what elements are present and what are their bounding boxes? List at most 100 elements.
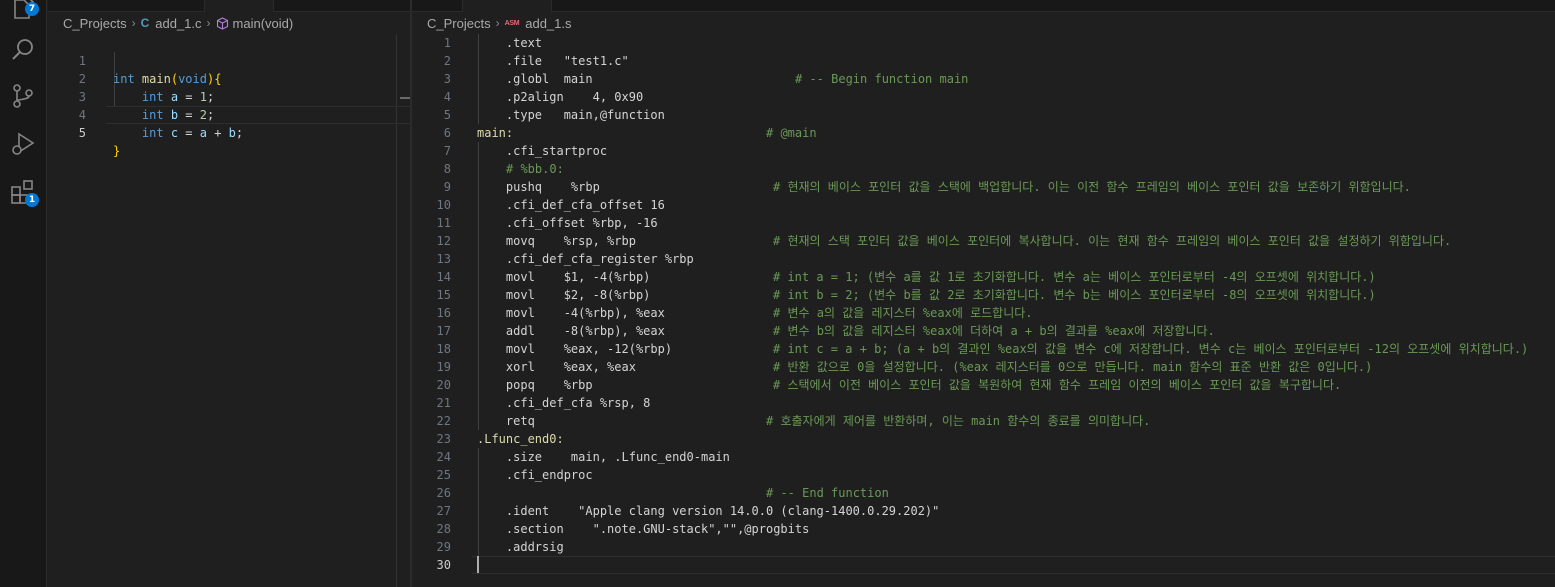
asm-code: movl %eax, -12(%rbp)	[477, 342, 673, 356]
line-number: 18	[436, 342, 451, 356]
code-line: 4 .p2align 4, 0x90	[412, 88, 1555, 106]
code-line: 3 .globl main # -- Begin function main	[412, 70, 1555, 88]
asm-code: main:	[477, 126, 514, 140]
line-number: 15	[436, 288, 451, 302]
asm-comment: # 현재의 스택 포인터 값을 베이스 포인터에 복사합니다. 이는 현재 함수…	[773, 234, 1452, 248]
breadcrumb-folder[interactable]: C_Projects	[427, 16, 491, 31]
breadcrumb-file[interactable]: add_1.s	[525, 16, 571, 31]
breadcrumb-file[interactable]: add_1.c	[155, 16, 201, 31]
line-number: 17	[436, 324, 451, 338]
line-number: 29	[436, 540, 451, 554]
code-line: 15 movl $2, -8(%rbp) # int b = 2; (변수 b를 …	[412, 286, 1555, 304]
asm-code: .text	[477, 36, 543, 50]
line-number: 6	[443, 126, 451, 140]
chevron-right-icon: ›	[206, 16, 211, 30]
line-number: 1	[443, 36, 451, 50]
line-number: 13	[436, 252, 451, 266]
explorer-icon[interactable]: 7	[9, 0, 39, 22]
asm-code: addl -8(%rbp), %eax	[477, 324, 665, 338]
code-line: 21 .cfi_def_cfa %rsp, 8	[412, 394, 1555, 412]
chevron-right-icon: ›	[495, 16, 500, 30]
asm-code: .cfi_def_cfa %rsp, 8	[477, 396, 651, 410]
tab-add-1-s[interactable]	[462, 0, 552, 12]
line-number: 24	[436, 450, 451, 464]
line-number: 23	[436, 432, 451, 446]
line-number: 9	[443, 180, 451, 194]
line-number: 8	[443, 162, 451, 176]
asm-code: .cfi_offset %rbp, -16	[477, 216, 658, 230]
line-number: 26	[436, 486, 451, 500]
asm-comment: # int c = a + b; (a + b의 결과인 %eax의 값을 변수…	[773, 342, 1529, 356]
asm-comment: # int b = 2; (변수 b를 값 2로 초기화합니다. 변수 b는 베…	[773, 288, 1376, 302]
code-line: 5 }	[48, 106, 410, 158]
code-line: 18 movl %eax, -12(%rbp) # int c = a + b; …	[412, 340, 1555, 358]
tab-add-1-c[interactable]	[204, 0, 274, 12]
extensions-icon[interactable]: 1	[9, 178, 39, 207]
asm-code: movl $2, -8(%rbp)	[477, 288, 651, 302]
line-number: 7	[443, 144, 451, 158]
asm-code: .cfi_def_cfa_offset 16	[477, 198, 665, 212]
code-line: 30	[412, 556, 1555, 574]
tab-bar	[412, 0, 1555, 12]
code-line: 22 retq # 호출자에게 제어를 반환하며, 이는 main 함수의 종료를…	[412, 412, 1555, 430]
code-area[interactable]: 1 int main(void){ 2 int a = 1; 3 int b =…	[48, 34, 410, 158]
asm-code: .Lfunc_end0:	[477, 432, 564, 446]
code-line: 28 .section ".note.GNU-stack","",@progbi…	[412, 520, 1555, 538]
asm-code: .ident "Apple clang version 14.0.0 (clan…	[477, 504, 940, 518]
asm-comment: # %bb.0:	[506, 162, 564, 176]
source-control-icon[interactable]	[9, 82, 37, 110]
code-line: 7 .cfi_startproc	[412, 142, 1555, 160]
breadcrumb: C_Projects › ASM add_1.s	[427, 14, 572, 32]
asm-comment: # @main	[766, 126, 817, 140]
breadcrumb-folder[interactable]: C_Projects	[63, 16, 127, 31]
asm-code: .file "test1.c"	[477, 54, 629, 68]
code-line: 3 int b = 2;	[48, 70, 410, 122]
c-file-icon: C	[140, 16, 150, 30]
right-editor: C_Projects › ASM add_1.s 1 .text 2 .file …	[412, 0, 1555, 587]
line-number: 4	[443, 90, 451, 104]
code-line: 12 movq %rsp, %rbp # 현재의 스택 포인터 값을 베이스 포인…	[412, 232, 1555, 250]
line-number: 21	[436, 396, 451, 410]
line-number: 19	[436, 360, 451, 374]
code-line: 6 main: # @main	[412, 124, 1555, 142]
asm-comment: # 현재의 베이스 포인터 값을 스택에 백업합니다. 이는 이전 함수 프레임…	[773, 180, 1411, 194]
breadcrumb-symbol[interactable]: main(void)	[233, 16, 294, 31]
asm-code: .type main,@function	[477, 108, 665, 122]
code-line: 5 .type main,@function	[412, 106, 1555, 124]
asm-comment: # 스택에서 이전 베이스 포인터 값을 복원하여 현재 함수 프레임 이전의 …	[773, 378, 1342, 392]
line-number: 10	[436, 198, 451, 212]
asm-code: .cfi_endproc	[477, 468, 593, 482]
chevron-right-icon: ›	[131, 16, 136, 30]
symbol-method-icon	[216, 16, 229, 30]
line-number: 12	[436, 234, 451, 248]
left-editor: C_Projects › C add_1.c › main(void) 1 in…	[48, 0, 410, 587]
asm-comment: # 변수 b의 값을 레지스터 %eax에 더하여 a + b의 결과를 %ea…	[773, 324, 1215, 338]
code-line: 25 .cfi_endproc	[412, 466, 1555, 484]
code-line: 16 movl -4(%rbp), %eax # 변수 a의 값을 레지스터 %e…	[412, 304, 1555, 322]
code-line: 1 .text	[412, 34, 1555, 52]
code-area[interactable]: 1 .text 2 .file "test1.c" 3 .globl main # -…	[412, 34, 1555, 574]
code-line: 14 movl $1, -4(%rbp) # int a = 1; (변수 a를 …	[412, 268, 1555, 286]
line-number: 16	[436, 306, 451, 320]
code-line: 11 .cfi_offset %rbp, -16	[412, 214, 1555, 232]
code-line: 13 .cfi_def_cfa_register %rbp	[412, 250, 1555, 268]
search-icon[interactable]	[9, 36, 37, 64]
asm-comment: # 변수 a의 값을 레지스터 %eax에 로드합니다.	[773, 306, 1033, 320]
asm-code: .p2align 4, 0x90	[477, 90, 644, 104]
asm-code: .cfi_startproc	[477, 144, 608, 158]
asm-comment: # -- End function	[766, 486, 889, 500]
run-debug-icon[interactable]	[9, 130, 37, 158]
line-number: 30	[436, 558, 451, 572]
code-line: 10 .cfi_def_cfa_offset 16	[412, 196, 1555, 214]
asm-code: retq	[477, 414, 535, 428]
line-number: 2	[443, 54, 451, 68]
asm-code: .section ".note.GNU-stack","",@progbits	[477, 522, 810, 536]
asm-code: .globl main	[477, 72, 593, 86]
code-line: 8 # %bb.0:	[412, 160, 1555, 178]
asm-code: .size main, .Lfunc_end0-main	[477, 450, 730, 464]
tab-bar	[48, 0, 410, 12]
asm-comment: # int a = 1; (변수 a를 값 1로 초기화합니다. 변수 a는 베…	[773, 270, 1376, 284]
code-line: 17 addl -8(%rbp), %eax # 변수 b의 값을 레지스터 %e…	[412, 322, 1555, 340]
line-number: 20	[436, 378, 451, 392]
asm-file-icon: ASM	[504, 19, 520, 27]
